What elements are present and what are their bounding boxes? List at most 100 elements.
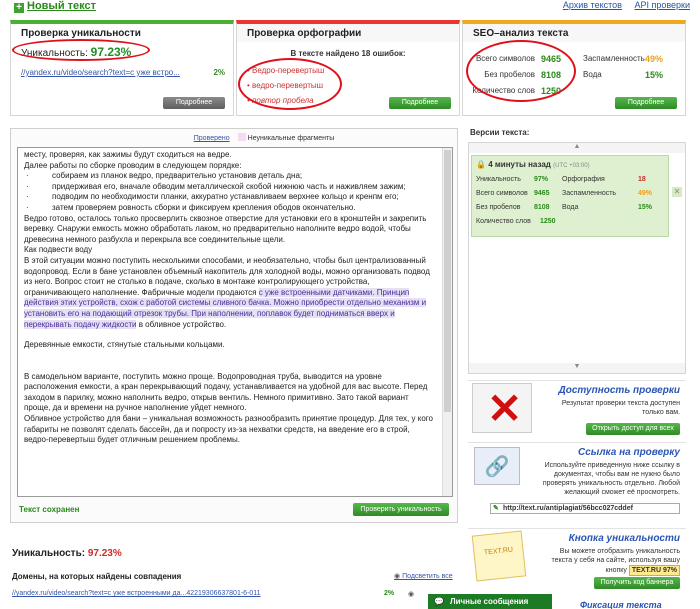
text-line: затем проверяем ровность сборки и фиксир… (24, 203, 436, 214)
badge-percent: 97% (662, 567, 677, 574)
seo-stats: Всего символов 9465 Заспамленность 49% Б… (472, 54, 683, 102)
highlight-all-link[interactable]: Подсветить все (394, 572, 453, 580)
archive-link[interactable]: Архив текстов (563, 0, 622, 10)
version-label: Уникальность (476, 176, 521, 183)
domains-title: Домены, на которых найдены совпадения (12, 572, 182, 581)
api-link[interactable]: API проверки (634, 0, 690, 10)
version-value: 8108 (534, 204, 550, 211)
link-title: Ссылка на проверку (578, 447, 680, 458)
uniqueness-more-button[interactable]: Подробнее (163, 97, 225, 109)
text-line: собираем из планок ведро, предварительно… (24, 171, 436, 182)
mini-badge: TEXT.RU 97% (628, 565, 680, 576)
match-url-percent: 2% (213, 68, 225, 77)
messages-button[interactable]: Личные сообщения (428, 594, 552, 609)
restricted-access-image: ✕ (472, 383, 532, 433)
text-line: Ведро готово, осталось только просверлит… (24, 213, 427, 244)
spelling-panel: Проверка орфографии В тексте найдено 18 … (236, 20, 460, 116)
chevron-down-icon[interactable]: ▼ (469, 363, 685, 373)
version-label: Всего символов (476, 190, 528, 197)
plus-icon: + (14, 3, 24, 13)
version-time-label: 4 минуты назад (488, 160, 551, 169)
match-url-link[interactable]: //yandex.ru/video/search?text=с уже встр… (21, 68, 180, 77)
error-list: Ведро-перевертыш ведро-перевертыш повтор… (247, 66, 324, 111)
text-line: Как подвести воду (24, 245, 93, 255)
nospace-value: 8108 (541, 70, 562, 80)
spam-label: Заспамленность (583, 54, 645, 63)
text-line: Обливное устройство для бани – уникальна… (24, 414, 433, 445)
check-uniqueness-button[interactable]: Проверить уникальность (353, 503, 449, 516)
seo-panel: SEO–анализ текста Всего символов 9465 За… (462, 20, 686, 116)
domain-row: //yandex.ru/video/search?text=с уже встр… (12, 590, 462, 598)
error-item[interactable]: Ведро-перевертыш (247, 66, 324, 75)
access-promo: ✕ Доступность проверки Результат проверк… (468, 380, 686, 440)
chars-label: Всего символов (475, 54, 535, 63)
seo-more-button[interactable]: Подробнее (615, 97, 677, 109)
text-line: подводим по необходимости планки, аккура… (24, 192, 436, 203)
error-item[interactable]: ведро-перевертыш (247, 81, 324, 90)
seo-row: Без пробелов 8108 Вода 15% (473, 70, 683, 86)
version-label: Вода (562, 204, 579, 211)
version-value: 18 (638, 176, 646, 183)
new-text-link[interactable]: + Новый текст (14, 0, 96, 13)
text-line: В самодельном варианте, поступить можно … (24, 371, 428, 413)
version-card[interactable]: 🔒 4 минуты назад (UTC +03:00) Уникальнос… (471, 155, 669, 237)
result-uniqueness: Уникальность: 97.23% (12, 548, 122, 559)
cross-icon: ✕ (487, 385, 523, 432)
version-value: 97% (534, 176, 549, 183)
text-line: месту, проверяя, как зажимы будут сходит… (24, 150, 232, 159)
words-label: Количество слов (472, 86, 535, 95)
eye-icon[interactable]: ◉ (408, 590, 414, 598)
version-label: Орфография (562, 176, 605, 183)
access-title: Доступность проверки (558, 385, 680, 396)
uniqueness-line: Уникальность: 97.23% (21, 45, 131, 59)
result-uniqueness-value: 97.23% (87, 548, 122, 559)
result-uniqueness-label: Уникальность: (12, 548, 86, 559)
version-value: 1250 (540, 218, 556, 225)
water-value: 15% (645, 70, 664, 80)
spelling-more-button[interactable]: Подробнее (389, 97, 451, 109)
close-icon[interactable]: ✕ (672, 187, 682, 197)
button-promo-text: Вы можете отобразить уникальность текста… (550, 547, 680, 576)
editor-legend: Проверено Неуникальные фрагменты (11, 133, 457, 142)
text-line: Далее работы по сборке проводим в следую… (24, 160, 242, 170)
text-editor[interactable]: месту, проверяя, как зажимы будут сходит… (17, 147, 453, 497)
version-value: 49% (638, 190, 653, 197)
words-value: 1250 (541, 86, 562, 96)
domain-percent: 2% (384, 590, 395, 597)
fixation-title: Фиксация текста (580, 600, 662, 609)
get-banner-button[interactable]: Получить код баннера (594, 577, 680, 589)
link-icon: 🔗 (474, 447, 520, 485)
version-label: Количество слов (476, 218, 531, 225)
nospace-label: Без пробелов (484, 70, 535, 79)
version-tz: (UTC +03:00) (553, 163, 590, 169)
editor-panel: Проверено Неуникальные фрагменты месту, … (10, 128, 458, 523)
editor-scrollbar[interactable] (442, 148, 452, 496)
saved-status: Текст сохранен (19, 505, 80, 514)
spam-value: 49% (645, 54, 664, 64)
text-line: придерживая его, вначале обводим металли… (24, 182, 436, 193)
checked-link[interactable]: Проверено (194, 135, 230, 142)
scrollbar-thumb[interactable] (444, 150, 451, 412)
button-promo: TEXT.RU Кнопка уникальности Вы можете от… (468, 528, 686, 592)
chars-value: 9465 (541, 54, 562, 64)
domain-url-link[interactable]: //yandex.ru/video/search?text=с уже встр… (12, 590, 261, 597)
versions-title: Версии текста: (470, 128, 530, 137)
uniqueness-label: Уникальность: (21, 48, 88, 59)
link-text: Используйте приведенную ниже ссылку в до… (542, 462, 680, 496)
chevron-up-icon[interactable]: ▲ (469, 143, 685, 153)
text-span: в обливное устройство. (136, 319, 227, 329)
uniqueness-panel-title: Проверка уникальности (21, 28, 141, 39)
text-line: Деревянные емкости, стянутые стальными к… (24, 340, 225, 350)
seo-row: Всего символов 9465 Заспамленность 49% (473, 54, 683, 70)
error-item[interactable]: повтор пробела (247, 96, 324, 105)
text-paragraph: В этой ситуации можно поступить нескольк… (24, 256, 436, 330)
check-link-field[interactable]: http://text.ru/antiplagiat/56bcc027cddef (490, 503, 680, 514)
seo-panel-title: SEO–анализ текста (463, 24, 685, 42)
water-label: Вода (583, 70, 602, 79)
top-links: Архив текстов API проверки (553, 0, 690, 10)
open-access-button[interactable]: Открыть доступ для всех (586, 423, 680, 435)
badge-image: TEXT.RU (471, 530, 527, 582)
versions-panel: ▲ 🔒 4 минуты назад (UTC +03:00) Уникальн… (468, 142, 686, 374)
